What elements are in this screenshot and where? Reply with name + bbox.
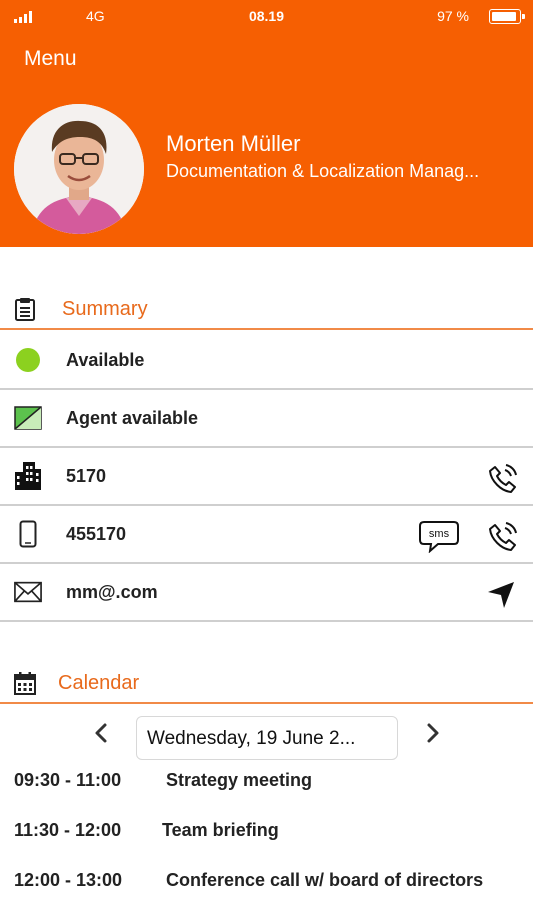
app-header: 4G 08.19 97 % Menu Morten Müller Documen… xyxy=(0,0,533,247)
event-time: 09:30 - 11:00 xyxy=(14,770,122,790)
summary-section-header: Summary xyxy=(0,290,533,330)
avatar[interactable] xyxy=(14,104,144,234)
clipboard-icon xyxy=(15,298,35,321)
date-picker[interactable]: Wednesday, 19 June 2... xyxy=(136,716,398,760)
mobile-phone-row[interactable]: 455170 sms xyxy=(0,506,533,564)
calendar-event[interactable]: 12:00 - 13:00 Conference call w/ board o… xyxy=(0,862,533,900)
event-title: Team briefing xyxy=(162,820,279,840)
chevron-right-icon[interactable] xyxy=(420,718,446,748)
email-address: mm@.com xyxy=(66,582,158,602)
calendar-event[interactable]: 09:30 - 11:00 Strategy meeting xyxy=(0,762,533,802)
event-time: 11:30 - 12:00 xyxy=(14,820,122,840)
email-row[interactable]: mm@.com xyxy=(0,564,533,622)
calendar-title: Calendar xyxy=(58,672,140,694)
calendar-event[interactable]: 11:30 - 12:00 Team briefing xyxy=(0,812,533,852)
avatar-photo xyxy=(14,104,144,234)
event-title: Conference call w/ board of directors xyxy=(166,870,484,890)
status-bar: 4G 08.19 97 % xyxy=(0,0,533,36)
event-title: Strategy meeting xyxy=(166,770,313,790)
agent-status-icon xyxy=(14,406,42,430)
envelope-icon xyxy=(14,581,42,603)
event-time: 12:00 - 13:00 xyxy=(14,870,123,890)
calendar-icon xyxy=(14,672,36,695)
date-navigator: Wednesday, 19 June 2... xyxy=(0,712,533,760)
user-name: Morten Müller xyxy=(166,131,301,156)
sms-icon[interactable]: sms xyxy=(418,519,460,553)
sms-icon-label: sms xyxy=(429,528,450,540)
send-icon[interactable] xyxy=(484,577,518,611)
mobile-number: 455170 xyxy=(66,524,127,544)
battery-icon xyxy=(489,9,525,24)
calendar-section-header: Calendar xyxy=(0,664,533,704)
chevron-left-icon[interactable] xyxy=(88,718,114,748)
summary-title: Summary xyxy=(62,298,148,320)
status-dot-icon xyxy=(16,348,40,372)
office-building-icon xyxy=(15,462,41,490)
agent-status: Agent available xyxy=(66,408,199,428)
mobile-phone-icon xyxy=(19,520,37,548)
presence-status: Available xyxy=(66,350,145,370)
battery-level xyxy=(492,12,517,21)
battery-percent: 97 % xyxy=(437,8,469,24)
status-row[interactable]: Available xyxy=(0,332,533,390)
menu-button[interactable]: Menu xyxy=(24,47,77,71)
office-phone-row[interactable]: 5170 xyxy=(0,448,533,506)
agent-status-row[interactable]: Agent available xyxy=(0,390,533,448)
call-icon[interactable] xyxy=(486,519,520,553)
call-icon[interactable] xyxy=(486,461,520,495)
office-extension: 5170 xyxy=(66,466,107,486)
user-job-title: Documentation & Localization Manag... xyxy=(166,161,480,181)
